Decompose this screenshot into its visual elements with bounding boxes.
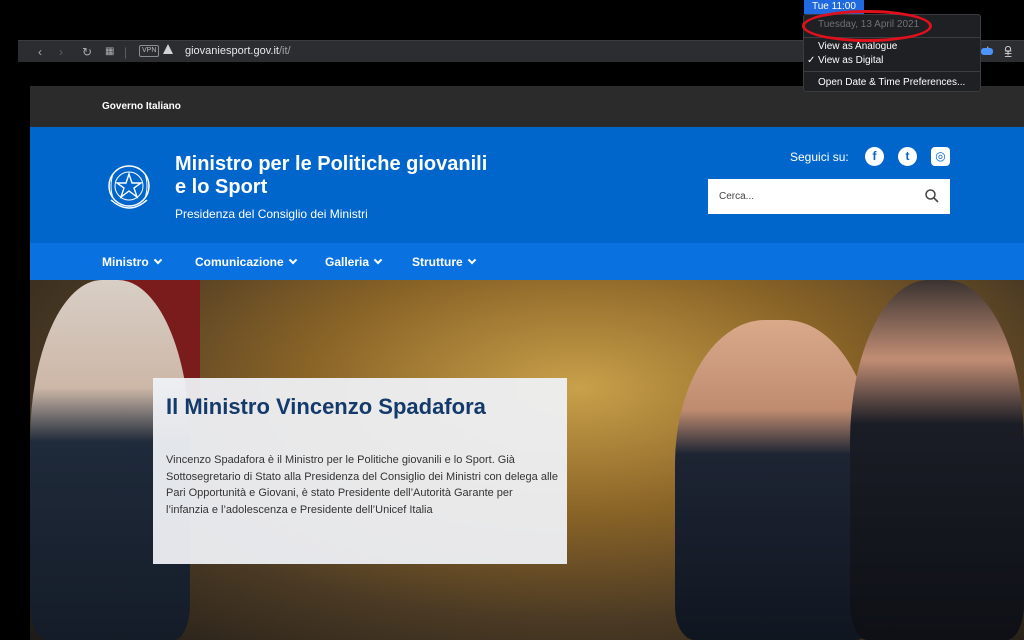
site-title-line-1: Ministro per le Politiche giovanili (175, 153, 488, 175)
search-input[interactable] (708, 179, 918, 214)
nav-label: Galleria (325, 255, 370, 269)
url-path: /it/ (278, 45, 291, 57)
chevron-down-icon (373, 255, 383, 265)
insecure-warning-icon[interactable] (163, 44, 173, 54)
toggle-icon[interactable] (981, 48, 993, 55)
forward-icon[interactable]: › (59, 44, 63, 60)
toolbar-divider: | (124, 45, 128, 59)
highlight-circle (802, 10, 932, 42)
instagram-icon[interactable]: ◎ (931, 147, 950, 166)
menu-item-date-time-preferences[interactable]: Open Date & Time Preferences... (818, 77, 965, 88)
site-title[interactable]: Ministro per le Politiche giovanili e lo… (175, 153, 535, 199)
minister-card: Il Ministro Vincenzo Spadafora Vincenzo … (153, 378, 567, 564)
reload-icon[interactable]: ↻ (82, 44, 92, 60)
nav-item-galleria[interactable]: Galleria (325, 255, 383, 269)
site-search (708, 179, 950, 214)
government-bar: Governo Italiano (30, 86, 1024, 127)
nav-label: Ministro (102, 255, 149, 269)
back-icon[interactable]: ‹ (38, 44, 42, 60)
menu-lines-icon[interactable]: ☰ (1004, 49, 1012, 60)
menu-item-view-digital[interactable]: View as Digital (818, 55, 883, 66)
photo-person-center (675, 320, 875, 640)
main-navigation: Ministro Comunicazione Galleria Struttur… (30, 243, 1024, 280)
gov-label[interactable]: Governo Italiano (102, 101, 181, 112)
nav-item-comunicazione[interactable]: Comunicazione (195, 255, 297, 269)
tabs-grid-icon[interactable]: ▦ (105, 44, 114, 60)
menu-separator (804, 71, 980, 72)
twitter-icon[interactable]: t (898, 147, 917, 166)
nav-item-strutture[interactable]: Strutture (412, 255, 476, 269)
nav-item-ministro[interactable]: Ministro (102, 255, 162, 269)
photo-person-right (850, 280, 1024, 640)
chevron-down-icon (153, 255, 162, 265)
vpn-badge[interactable]: VPN (139, 45, 160, 57)
url-host: giovaniesport.gov.it (185, 45, 279, 57)
menu-item-view-analogue[interactable]: View as Analogue (818, 41, 897, 52)
chevron-down-icon (467, 255, 476, 265)
chevron-down-icon (288, 255, 297, 265)
redacted-area (30, 62, 547, 86)
site-header: Ministro per le Politiche giovanili e lo… (30, 127, 1024, 243)
site-subtitle: Presidenza del Consiglio dei Ministri (175, 207, 368, 221)
follow-label: Seguici su: (790, 150, 849, 164)
facebook-icon[interactable]: f (865, 147, 884, 166)
italian-emblem-icon (108, 165, 150, 209)
search-icon[interactable] (925, 189, 939, 203)
address-bar[interactable]: giovaniesport.gov.it/it/ (185, 45, 291, 57)
nav-label: Strutture (412, 255, 463, 269)
nav-label: Comunicazione (195, 255, 284, 269)
minister-heading[interactable]: Il Ministro Vincenzo Spadafora (166, 394, 486, 420)
left-black-strip (0, 18, 30, 640)
checkmark-icon: ✓ (807, 55, 816, 66)
site-title-line-2: e lo Sport (175, 176, 268, 198)
minister-description: Vincenzo Spadafora è il Ministro per le … (166, 454, 558, 516)
